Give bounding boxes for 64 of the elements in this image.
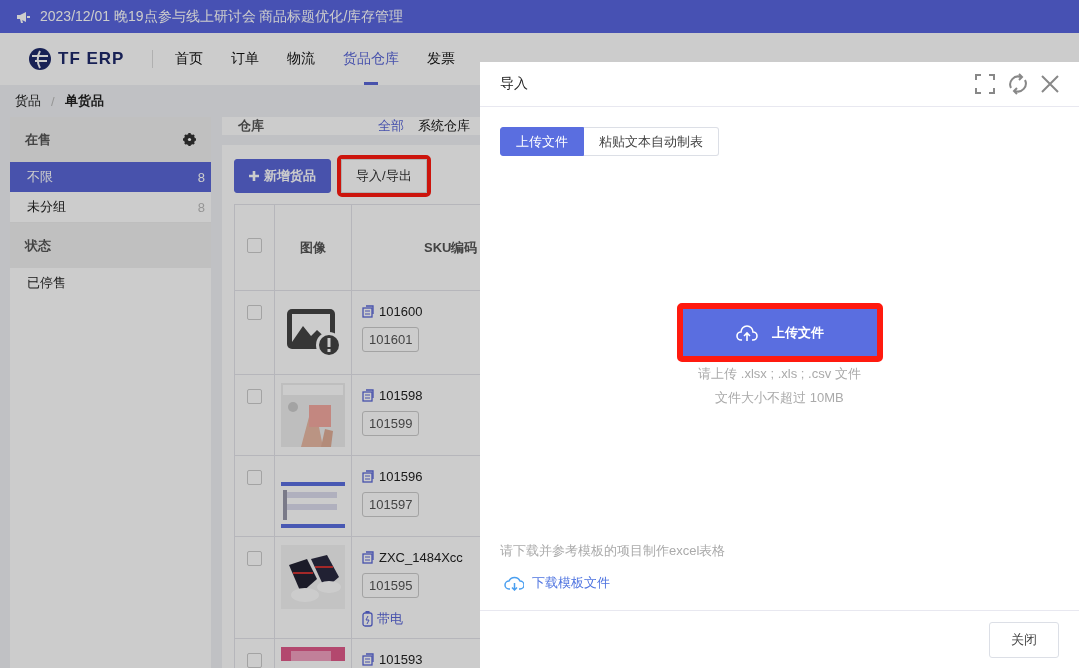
group-title: 状态 — [25, 236, 51, 255]
sub-code-tag: 101599 — [362, 411, 420, 436]
refresh-icon — [1007, 73, 1029, 95]
drawer-title: 导入 — [500, 75, 528, 93]
drawer-tab[interactable]: 粘贴文本自动制表 — [584, 127, 719, 156]
battery-icon — [362, 611, 373, 627]
select-all-checkbox[interactable] — [247, 238, 262, 253]
upload-button[interactable]: 上传文件 — [682, 309, 877, 356]
column-header: 图像 — [274, 204, 352, 291]
sub-code-tag: 101601 — [362, 327, 420, 352]
item-label: 未分组 — [27, 198, 66, 216]
item-label: 已停售 — [27, 274, 66, 292]
download-template-link[interactable]: 下载模板文件 — [504, 574, 610, 592]
upload-hint: 文件大小不超过 10MB — [715, 389, 844, 407]
row-checkbox[interactable] — [247, 389, 262, 404]
plus-icon — [249, 171, 259, 181]
settings-icon — [183, 133, 196, 146]
filter-label: 仓库 — [238, 117, 264, 135]
copy-icon — [362, 388, 374, 402]
breadcrumb-separator: / — [51, 93, 55, 109]
close-icon — [1041, 75, 1059, 93]
upload-hint: 请上传 .xlsx ; .xls ; .csv 文件 — [698, 365, 861, 383]
sku-code: 101593 — [379, 651, 423, 667]
nav-tab[interactable]: 发票 — [427, 33, 456, 85]
announcement-text: 2023/12/01 晚19点参与线上研讨会 商品标题优化/库存管理 — [40, 7, 404, 26]
nav-tab[interactable]: 货品仓库 — [343, 33, 400, 85]
sku-code: ZXC_1484Xcc — [379, 549, 463, 565]
row-checkbox[interactable] — [247, 551, 262, 566]
import-export-button[interactable]: 导入/导出 — [341, 159, 427, 193]
group-title: 在售 — [25, 130, 51, 149]
sub-code-tag: 101597 — [362, 492, 420, 517]
cloud-upload-icon — [735, 323, 758, 342]
nav-tab[interactable]: 物流 — [287, 33, 316, 85]
nav-tab[interactable]: 订单 — [231, 33, 260, 85]
nav-tab[interactable]: 首页 — [175, 33, 204, 85]
cloud-download-icon — [504, 575, 524, 591]
close-button[interactable]: 关闭 — [989, 621, 1059, 658]
fullscreen-icon — [975, 74, 995, 94]
logo-text: TF ERP — [58, 49, 125, 69]
copy-icon — [362, 550, 374, 564]
copy-icon — [362, 304, 374, 318]
sidebar-item[interactable]: 已停售 — [10, 268, 211, 298]
megaphone-icon — [16, 10, 30, 23]
drawer-tab[interactable]: 上传文件 — [500, 127, 584, 156]
breadcrumb-item: 单货品 — [64, 92, 104, 110]
globe-logo-icon — [28, 47, 52, 71]
sku-code: 101596 — [379, 468, 423, 484]
row-checkbox[interactable] — [247, 653, 262, 668]
item-label: 不限 — [27, 168, 53, 186]
breadcrumb-item[interactable]: 货品 — [15, 92, 41, 110]
filter-option[interactable]: 系统仓库 — [418, 117, 470, 135]
sub-code-tag: 101595 — [362, 573, 420, 598]
battery-label: 带电 — [377, 610, 403, 628]
copy-icon — [362, 469, 374, 483]
row-checkbox[interactable] — [247, 470, 262, 485]
sidebar-item[interactable]: 不限 8 — [10, 162, 211, 192]
sku-code: 101598 — [379, 387, 423, 403]
item-count: 8 — [197, 169, 205, 185]
sku-code: 101600 — [379, 303, 423, 319]
add-button[interactable]: 新增货品 — [234, 159, 331, 193]
row-checkbox[interactable] — [247, 305, 262, 320]
filter-option[interactable]: 全部 — [378, 117, 404, 135]
template-note: 请下载并参考模板的项目制作excel表格 — [500, 542, 727, 560]
copy-icon — [362, 652, 374, 666]
